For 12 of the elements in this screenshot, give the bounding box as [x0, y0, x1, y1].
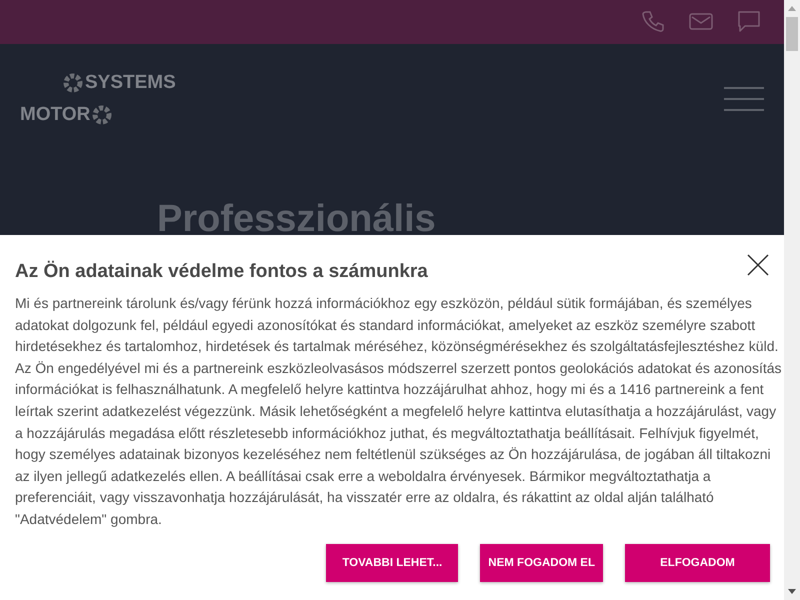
consent-text: Mi és partnereink tárolunk és/vagy férünk hozzá információkhoz egy eszközön, például sütik formájában, és személyes adatokat dolgozunk fel, például egyedi azonosítókat és standard információkat, amelyeket az eszköz személyre szabott hirdetésekhez és tartalomhoz, hirdetések és tartalmak méréséhez, közönségmérésekhez és szolgáltatásfejlesztéshez küld. Az Ön engedélyével mi és a partnereink eszközleolvasásos módszerrel szerzett pontos geolokációs adatokat és azonosítás információkat is felhasználhatunk. A megfelelő helyre kattintva hozzájárulhat ahhoz, hogy mi és a 1416 partnereink a fent leírtak szerint adatkezelést végezzünk. Másik lehetőségként a megfelelő helyre kattintva elutasíthatja a hozzájárulást, vagy a hozzájárulás megadása előtt részletesebb információkhoz juthat, és megváltoztathatja beállításait. Felhívjuk figyelmét, hogy személyes adatainak bizonyos kezeléséhez nem feltétlenül szükséges az Ön hozzájárulása, de jogában áll tiltakozni az ilyen jellegű adatkezelés ellen. A beállításai csak erre a weboldalra érvényesek. Bármikor megváltoztathatja a preferenciáit, vagy visszavonhatja hozzájárulását, ha visszatér erre az oldalra, és rákattint az oldal alján található "Adatvédelem" gombra.: [15, 294, 783, 529]
close-icon[interactable]: [746, 253, 770, 277]
consent-button[interactable]: ELFOGADOM: [625, 544, 770, 582]
menu-icon[interactable]: [724, 87, 764, 111]
logo-text[interactable]: MOTOR: [20, 104, 90, 126]
phone-icon[interactable]: [640, 9, 666, 35]
logo-text[interactable]: SYSTEMS: [85, 72, 176, 94]
dialog-title: Az Ön adatainak védelme fontos a számunkra: [15, 261, 428, 283]
hero-title: Professzionális: [157, 200, 437, 238]
consent-button[interactable]: TOVABBI LEHET...: [326, 544, 458, 582]
scrollbar[interactable]: [784, 0, 800, 600]
consent-button[interactable]: NEM FOGADOM EL: [480, 544, 603, 582]
